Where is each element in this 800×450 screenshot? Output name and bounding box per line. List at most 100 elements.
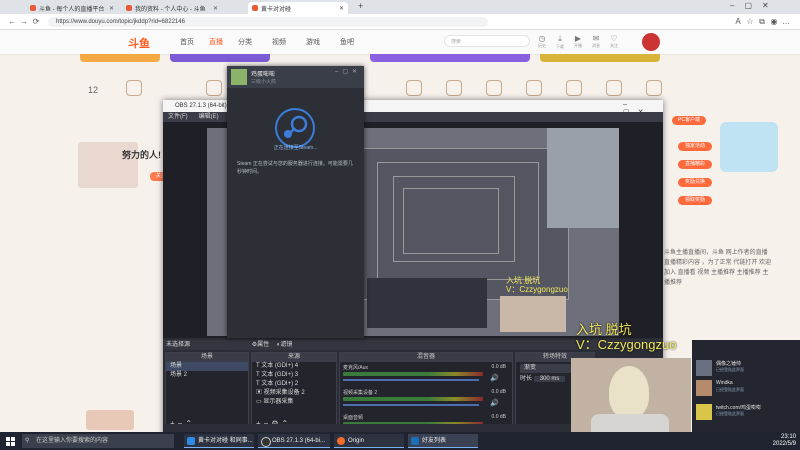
- promo-badge[interactable]: PC客户端: [672, 116, 706, 125]
- collections-icon[interactable]: ⧉: [756, 17, 768, 27]
- taskbar-app-obs[interactable]: OBS 27.1.3 (64-bi...: [258, 434, 330, 448]
- mixer-dock-title: 混音器: [340, 353, 512, 362]
- category-icon[interactable]: [526, 80, 542, 96]
- steam-logo-icon: [275, 108, 315, 148]
- category-icon[interactable]: [646, 80, 662, 96]
- friends-list: 偶像之锤帅 已经登陆此界面 Windka 已经登陆此界面 twitch.com/…: [692, 340, 800, 432]
- mixer-dock: 混音器 麦克风/Aux 0.0 dB 🔊 视频采集设备 2 0.0 dB 🔊 桌…: [339, 352, 513, 432]
- nested-browser: [547, 128, 619, 228]
- new-tab-button[interactable]: +: [358, 1, 363, 11]
- message-icon[interactable]: ✉ 消息: [590, 34, 602, 49]
- browser-tab-profile[interactable]: 我的资料 - 个人中心 - 斗鱼 ✕: [122, 2, 222, 14]
- friend-item[interactable]: twitch.com/鸡蛋嘭嘭 已经登陆此界面: [696, 402, 796, 422]
- taskbar-app-label: Origin: [348, 438, 365, 444]
- clock-time: 23:10: [780, 434, 796, 440]
- address-bar: ← → ⟳ https://www.douyu.com/topic/jkddp?…: [0, 14, 800, 30]
- source-item[interactable]: ▭ 显示器采集: [252, 398, 336, 407]
- forward-icon[interactable]: →: [18, 17, 30, 26]
- promo-badge[interactable]: 奖励兑换: [678, 178, 712, 187]
- promo-badge[interactable]: 领取奖励: [678, 196, 712, 205]
- volume-fader[interactable]: [343, 404, 479, 406]
- category-icon[interactable]: [126, 80, 142, 96]
- source-label: 文本 (GDI+) 3: [261, 372, 299, 378]
- banner-strip: [170, 54, 270, 62]
- favorite-icon[interactable]: ☆: [744, 17, 756, 26]
- category-icon[interactable]: [606, 80, 622, 96]
- duration-input[interactable]: 300 ms: [533, 376, 566, 382]
- nav-home[interactable]: 首页: [180, 37, 194, 47]
- close-icon[interactable]: ✕: [210, 5, 218, 12]
- site-header: 斗鱼 首页 直播 分类 视频 游戏 鱼吧 搜索 ◷ 历史 ⤓ 下载 ▶ 开播 ✉ 消息 …: [0, 30, 800, 55]
- nav-video[interactable]: 视频: [272, 37, 286, 47]
- site-logo[interactable]: 斗鱼: [128, 35, 150, 51]
- volume-fader[interactable]: [343, 379, 479, 381]
- taskbar-app-steam[interactable]: 好友列表: [408, 434, 478, 448]
- promo-badge[interactable]: 直播精彩: [678, 160, 712, 169]
- scene-item[interactable]: 场景 2: [166, 371, 248, 380]
- steam-window-controls[interactable]: –▢✕: [335, 68, 361, 75]
- nav-category[interactable]: 分类: [238, 37, 252, 47]
- browser-tab-douyu[interactable]: 斗鱼 - 每个人的直播平台 ✕: [26, 2, 118, 14]
- category-icon[interactable]: [486, 80, 502, 96]
- douyu-favicon-icon: [30, 5, 36, 11]
- obs-icon: [261, 437, 271, 447]
- category-icon[interactable]: [206, 80, 222, 96]
- speaker-icon[interactable]: 🔊: [490, 399, 499, 407]
- filters-button[interactable]: 滤镜: [280, 342, 292, 348]
- category-icon[interactable]: [566, 80, 582, 96]
- sources-dock: 来源 T 文本 (GDI+) 4 T 文本 (GDI+) 3 T 文本 (GDI…: [251, 352, 337, 432]
- taskbar-app-origin[interactable]: Origin: [334, 434, 404, 448]
- reload-icon[interactable]: ⟳: [30, 17, 42, 26]
- source-item[interactable]: ▣ 视频采集设备 2: [252, 389, 336, 398]
- download-icon[interactable]: ⤓ 下载: [554, 34, 566, 50]
- steam-window: 鸡蛋嘭嘭 三级小火箭 –▢✕ 正在连接至Steam... Steam 正在尝试与…: [227, 66, 364, 338]
- follow-icon[interactable]: ♡ 关注: [608, 34, 620, 49]
- gift-icon[interactable]: [86, 410, 134, 430]
- more-icon[interactable]: …: [780, 17, 792, 26]
- nested-mixer: [367, 278, 487, 328]
- close-icon[interactable]: ✕: [106, 5, 114, 12]
- category-icon[interactable]: [406, 80, 422, 96]
- friend-name: Windka: [716, 380, 733, 386]
- properties-button[interactable]: 属性: [257, 342, 269, 348]
- taskbar-clock[interactable]: 23:10 2022/5/9: [752, 434, 796, 448]
- back-icon[interactable]: ←: [6, 17, 18, 26]
- window-controls[interactable]: –▢✕: [730, 1, 779, 10]
- menu-file[interactable]: 文件(F): [168, 114, 188, 120]
- menu-edit[interactable]: 编辑(E): [199, 114, 219, 120]
- history-label: 历史: [538, 43, 546, 48]
- nav-live[interactable]: 直播: [209, 37, 223, 47]
- close-icon[interactable]: ✕: [336, 5, 344, 12]
- read-aloud-icon[interactable]: A: [732, 17, 744, 26]
- douyu-favicon-icon: [126, 5, 132, 11]
- mixer-channel: 视频采集设备 2 0.0 dB 🔊: [340, 387, 512, 412]
- source-item[interactable]: T 文本 (GDI+) 4: [252, 362, 336, 371]
- browser-tab-active[interactable]: 黄卡对对碰 ✕: [248, 2, 348, 14]
- overlay-text-large: 入坑 脱坑 V：Czzygongzuo: [576, 322, 676, 352]
- source-item[interactable]: T 文本 (GDI+) 3: [252, 371, 336, 380]
- avatar: [696, 404, 712, 420]
- speaker-icon[interactable]: 🔊: [490, 374, 499, 382]
- avatar[interactable]: [642, 33, 660, 51]
- clock-date: 2022/5/9: [772, 441, 796, 447]
- scene-item[interactable]: 场景: [166, 362, 248, 371]
- site-search-input[interactable]: 搜索: [444, 35, 530, 47]
- friend-status: 已经登陆此界面: [716, 367, 744, 372]
- history-icon[interactable]: ◷ 历史: [536, 34, 548, 49]
- taskbar-app-browser[interactable]: 黄卡对对碰 和同事...: [184, 434, 254, 448]
- avatar[interactable]: [231, 69, 247, 85]
- broadcast-icon[interactable]: ▶ 开播: [572, 34, 584, 49]
- category-icon[interactable]: [446, 80, 462, 96]
- promo-badge[interactable]: 独家活动: [678, 142, 712, 151]
- steam-header: 鸡蛋嘭嘭 三级小火箭 –▢✕: [227, 66, 364, 88]
- nav-fishbar[interactable]: 鱼吧: [340, 37, 354, 47]
- friend-item[interactable]: Windka 已经登陆此界面: [696, 378, 796, 398]
- source-item[interactable]: T 文本 (GDI+) 2: [252, 380, 336, 389]
- url-input[interactable]: https://www.douyu.com/topic/jkddp?rid=68…: [48, 16, 488, 27]
- nav-games[interactable]: 游戏: [306, 37, 320, 47]
- profile-icon[interactable]: ◉: [768, 17, 780, 26]
- friend-item[interactable]: 偶像之锤帅 已经登陆此界面: [696, 358, 796, 378]
- taskbar-search[interactable]: ⚲ 在这里输入你要搜索的内容: [22, 434, 174, 448]
- windows-start-icon[interactable]: [6, 437, 15, 446]
- anchor-name: 努力的人!: [122, 150, 161, 160]
